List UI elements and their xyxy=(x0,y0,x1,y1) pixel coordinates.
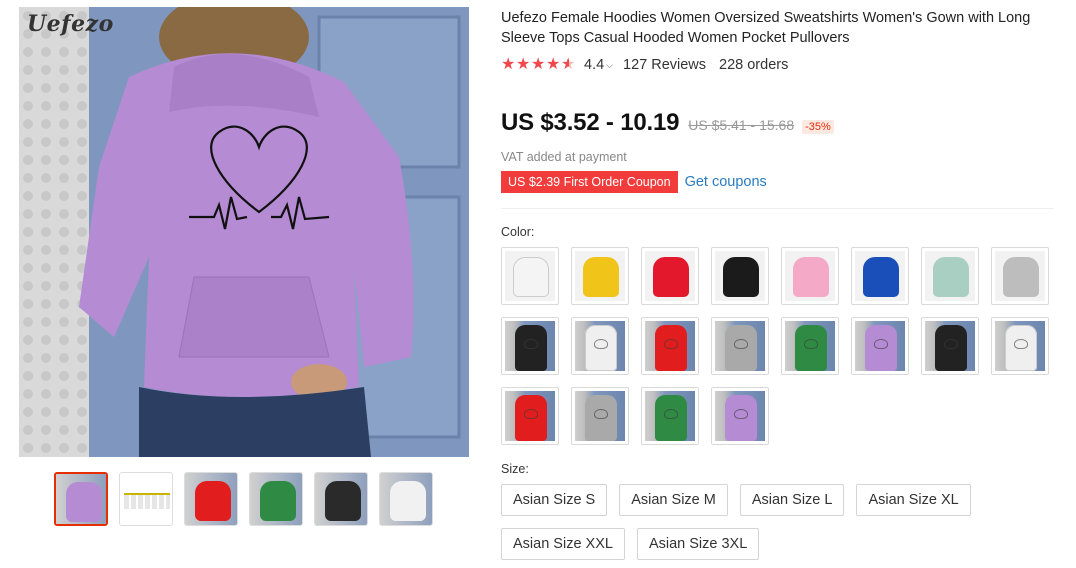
color-swatch-15[interactable] xyxy=(921,317,979,375)
color-swatch-12[interactable] xyxy=(711,317,769,375)
chevron-down-icon[interactable]: ⌵ xyxy=(606,60,613,71)
rating-row: ★ ★ ★ ★ ★ 4.4 ⌵ 127 Reviews 228 orders xyxy=(501,57,789,74)
star-icon: ★ xyxy=(516,56,531,73)
star-icon: ★ xyxy=(501,56,516,73)
product-photo xyxy=(19,7,469,457)
size-options: Asian Size S Asian Size M Asian Size L Asia… xyxy=(501,484,971,560)
thumbnail-5[interactable] xyxy=(314,472,368,526)
current-price: US $3.52 - 10.19 xyxy=(501,109,680,136)
divider xyxy=(501,208,1054,209)
size-option-asian-size-m[interactable]: Asian Size M xyxy=(619,484,728,516)
star-icon: ★ xyxy=(561,56,576,73)
color-swatch-19[interactable] xyxy=(641,387,699,445)
reviews-link[interactable]: 127 Reviews xyxy=(623,57,706,73)
size-option-asian-size-xl[interactable]: Asian Size XL xyxy=(856,484,971,516)
coupon-row: US $2.39 First Order Coupon Get coupons xyxy=(501,171,767,193)
color-swatch-1[interactable] xyxy=(501,247,559,305)
vat-note: VAT added at payment xyxy=(501,150,627,164)
rating-value[interactable]: 4.4 xyxy=(584,57,604,73)
color-swatch-5[interactable] xyxy=(781,247,839,305)
color-swatch-11[interactable] xyxy=(641,317,699,375)
price-row: US $3.52 - 10.19 US $5.41 - 15.68 -35% xyxy=(501,109,834,137)
thumbnail-2[interactable] xyxy=(119,472,173,526)
color-swatch-7[interactable] xyxy=(921,247,979,305)
size-option-asian-size-3xl[interactable]: Asian Size 3XL xyxy=(636,528,760,560)
color-swatch-6[interactable] xyxy=(851,247,909,305)
thumbnail-6[interactable] xyxy=(379,472,433,526)
star-icon: ★ xyxy=(531,56,546,73)
orders-count: 228 orders xyxy=(719,57,789,73)
color-swatch-14[interactable] xyxy=(851,317,909,375)
thumbnail-1[interactable] xyxy=(54,472,108,526)
color-swatch-16[interactable] xyxy=(991,317,1049,375)
color-swatches xyxy=(501,247,1061,445)
first-order-coupon-badge[interactable]: US $2.39 First Order Coupon xyxy=(501,171,678,193)
color-swatch-17[interactable] xyxy=(501,387,559,445)
thumbnail-3[interactable] xyxy=(184,472,238,526)
color-swatch-4[interactable] xyxy=(711,247,769,305)
color-swatch-18[interactable] xyxy=(571,387,629,445)
color-swatch-20[interactable] xyxy=(711,387,769,445)
size-option-asian-size-l[interactable]: Asian Size L xyxy=(739,484,845,516)
color-swatch-8[interactable] xyxy=(991,247,1049,305)
color-label: Color: xyxy=(501,225,535,239)
color-swatch-2[interactable] xyxy=(571,247,629,305)
main-product-image[interactable]: Uefezo xyxy=(19,7,469,457)
color-swatch-10[interactable] xyxy=(571,317,629,375)
color-swatch-3[interactable] xyxy=(641,247,699,305)
rating-stars: ★ ★ ★ ★ ★ xyxy=(501,57,576,73)
color-swatch-13[interactable] xyxy=(781,317,839,375)
get-coupons-link[interactable]: Get coupons xyxy=(685,174,767,190)
product-title: Uefezo Female Hoodies Women Oversized Sw… xyxy=(501,10,1031,46)
original-price: US $5.41 - 15.68 xyxy=(688,117,795,133)
size-label: Size: xyxy=(501,462,529,476)
size-option-asian-size-xxl[interactable]: Asian Size XXL xyxy=(501,528,625,560)
brand-logo: Uefezo xyxy=(27,11,114,37)
thumbnail-4[interactable] xyxy=(249,472,303,526)
size-option-asian-size-s[interactable]: Asian Size S xyxy=(501,484,608,516)
discount-badge: -35% xyxy=(802,120,834,134)
thumbnail-strip xyxy=(54,472,433,526)
color-swatch-9[interactable] xyxy=(501,317,559,375)
star-icon: ★ xyxy=(546,56,561,73)
